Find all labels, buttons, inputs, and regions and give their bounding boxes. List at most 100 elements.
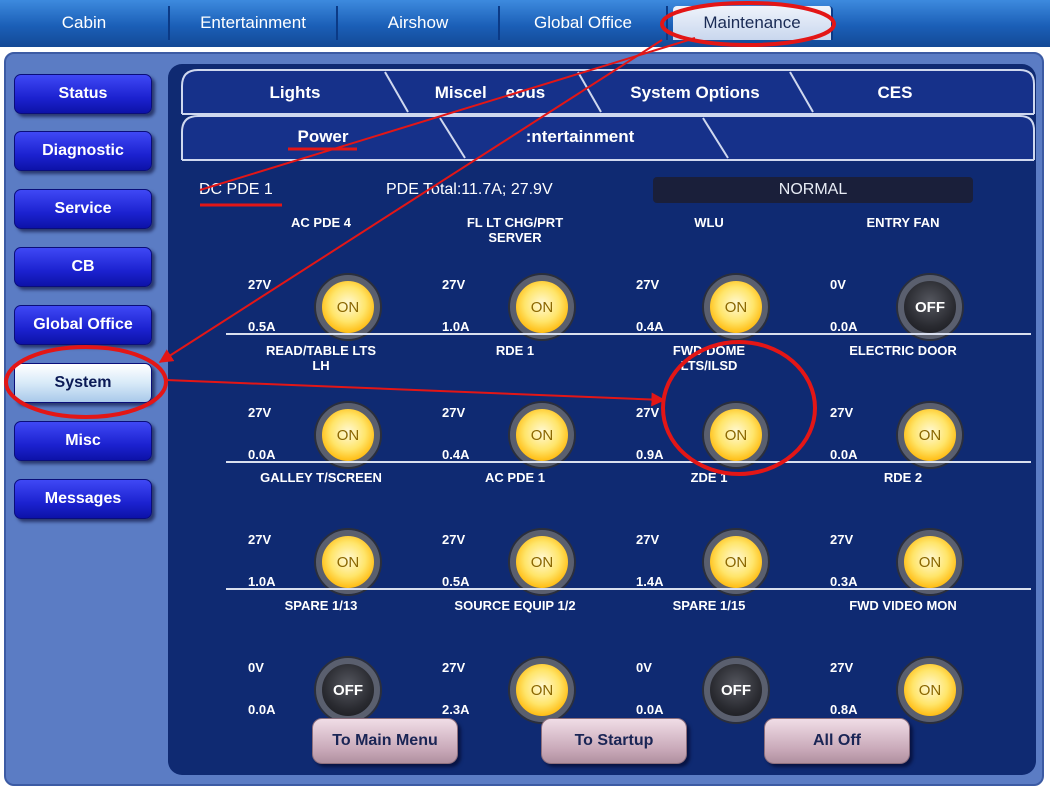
channel-label: GALLEY T/SCREEN: [260, 470, 382, 485]
tab-entertainment-sub[interactable]: :ntertainment: [490, 122, 670, 152]
channel-current: 0.0A: [636, 702, 664, 717]
channel-cell: SOURCE EQUIP 1/2 27V 2.3A ON: [412, 598, 618, 726]
channel-current: 1.0A: [442, 319, 470, 334]
channel-voltage: 27V: [636, 405, 660, 420]
channel-voltage: 27V: [636, 532, 660, 547]
channel-current: 2.3A: [442, 702, 470, 717]
channel-voltage: 27V: [830, 660, 854, 675]
channel-current: 1.4A: [636, 574, 664, 589]
channel-current: 0.0A: [248, 447, 276, 462]
channel-voltage: 27V: [442, 532, 466, 547]
row-divider: [226, 461, 1031, 463]
channel-label: SOURCE EQUIP 1/2: [454, 598, 576, 613]
tab-cabin[interactable]: Cabin: [0, 6, 170, 40]
channel-label: ZDE 1: [690, 470, 728, 485]
channel-label: FL LT CHG/PRT SERVER: [466, 215, 564, 245]
channel-voltage: 0V: [636, 660, 652, 675]
channel-label: READ/TABLE LTS LH: [265, 343, 376, 373]
pde-total: PDE Total:11.7A; 27.9V: [386, 181, 553, 198]
power-toggle-button[interactable]: OFF: [898, 275, 962, 339]
nav-status-button[interactable]: Status: [14, 74, 152, 114]
nav-system-button[interactable]: System: [14, 363, 152, 403]
channel-label: RDE 2: [883, 470, 923, 485]
channel-current: 0.9A: [636, 447, 664, 462]
power-toggle-button[interactable]: ON: [898, 658, 962, 722]
nav-misc-button[interactable]: Misc: [14, 421, 152, 461]
channel-label: ENTRY FAN: [866, 215, 940, 230]
nav-cb-button[interactable]: CB: [14, 247, 152, 287]
channel-voltage: 27V: [442, 405, 466, 420]
channel-cell: RDE 2 27V 0.3A ON: [800, 470, 1006, 598]
channel-voltage: 27V: [248, 532, 272, 547]
channel-cell: FWD VIDEO MON 27V 0.8A ON: [800, 598, 1006, 726]
channel-label: SPARE 1/15: [672, 598, 746, 613]
power-toggle-button[interactable]: ON: [704, 275, 768, 339]
channel-voltage: 27V: [248, 277, 272, 292]
tab-lights[interactable]: Lights: [230, 78, 360, 108]
power-toggle-button[interactable]: ON: [898, 530, 962, 594]
to-main-menu-button[interactable]: To Main Menu: [312, 718, 458, 764]
row-divider: [226, 333, 1031, 335]
power-toggle-button[interactable]: ON: [704, 530, 768, 594]
power-toggle-button[interactable]: OFF: [704, 658, 768, 722]
tab-global-office[interactable]: Global Office: [500, 6, 668, 40]
power-toggle-button[interactable]: ON: [510, 403, 574, 467]
power-toggle-button[interactable]: ON: [316, 530, 380, 594]
nav-diagnostic-button[interactable]: Diagnostic: [14, 131, 152, 171]
channel-current: 0.5A: [248, 319, 276, 334]
power-toggle-button[interactable]: OFF: [316, 658, 380, 722]
channel-cell: SPARE 1/15 0V 0.0A OFF: [606, 598, 812, 726]
power-toggle-button[interactable]: ON: [510, 275, 574, 339]
channel-label: AC PDE 1: [485, 470, 545, 485]
tab-airshow[interactable]: Airshow: [338, 6, 500, 40]
channel-label: FWD VIDEO MON: [849, 598, 957, 613]
row-divider: [226, 588, 1031, 590]
channel-current: 0.4A: [442, 447, 470, 462]
channel-voltage: 27V: [442, 660, 466, 675]
channel-voltage: 27V: [830, 532, 854, 547]
channel-current: 0.5A: [442, 574, 470, 589]
channel-label: WLU: [694, 215, 724, 230]
channel-label: ELECTRIC DOOR: [849, 343, 957, 358]
channel-current: 0.0A: [248, 702, 276, 717]
channel-cell: SPARE 1/13 0V 0.0A OFF: [218, 598, 424, 726]
power-toggle-button[interactable]: ON: [898, 403, 962, 467]
nav-messages-button[interactable]: Messages: [14, 479, 152, 519]
channel-cell: GALLEY T/SCREEN 27V 1.0A ON: [218, 470, 424, 598]
channel-voltage: 27V: [636, 277, 660, 292]
all-off-button[interactable]: All Off: [764, 718, 910, 764]
channel-cell: READ/TABLE LTS LH 27V 0.0A ON: [218, 343, 424, 471]
channel-current: 0.4A: [636, 319, 664, 334]
channel-voltage: 0V: [248, 660, 264, 675]
channel-cell: RDE 1 27V 0.4A ON: [412, 343, 618, 471]
channel-voltage: 27V: [830, 405, 854, 420]
channel-voltage: 27V: [248, 405, 272, 420]
channel-current: 0.0A: [830, 319, 858, 334]
channel-voltage: 0V: [830, 277, 846, 292]
channel-cell: FWD DOME LTS/ILSD 27V 0.9A ON: [606, 343, 812, 471]
nav-service-button[interactable]: Service: [14, 189, 152, 229]
to-startup-button[interactable]: To Startup: [541, 718, 687, 764]
tab-maintenance[interactable]: Maintenance: [673, 6, 833, 40]
power-toggle-button[interactable]: ON: [316, 403, 380, 467]
channel-current: 0.8A: [830, 702, 858, 717]
channel-cell: AC PDE 4 27V 0.5A ON: [218, 215, 424, 343]
status-indicator: NORMAL: [653, 177, 973, 203]
power-toggle-button[interactable]: ON: [510, 530, 574, 594]
power-toggle-button[interactable]: ON: [316, 275, 380, 339]
nav-global-office-button[interactable]: Global Office: [14, 305, 152, 345]
channel-label: AC PDE 4: [291, 215, 351, 230]
power-toggle-button[interactable]: ON: [510, 658, 574, 722]
channel-cell: WLU 27V 0.4A ON: [606, 215, 812, 343]
tab-miscellaneous[interactable]: Miscel eous: [410, 78, 570, 108]
channel-voltage: 27V: [442, 277, 466, 292]
panel-name: DC PDE 1: [199, 181, 273, 198]
tab-entertainment[interactable]: Entertainment: [170, 6, 338, 40]
channel-label: SPARE 1/13: [284, 598, 358, 613]
channel-cell: AC PDE 1 27V 0.5A ON: [412, 470, 618, 598]
tab-ces[interactable]: CES: [830, 78, 960, 108]
power-toggle-button[interactable]: ON: [704, 403, 768, 467]
tab-power[interactable]: Power: [258, 122, 388, 152]
channel-cell: ELECTRIC DOOR 27V 0.0A ON: [800, 343, 1006, 471]
tab-system-options[interactable]: System Options: [600, 78, 790, 108]
